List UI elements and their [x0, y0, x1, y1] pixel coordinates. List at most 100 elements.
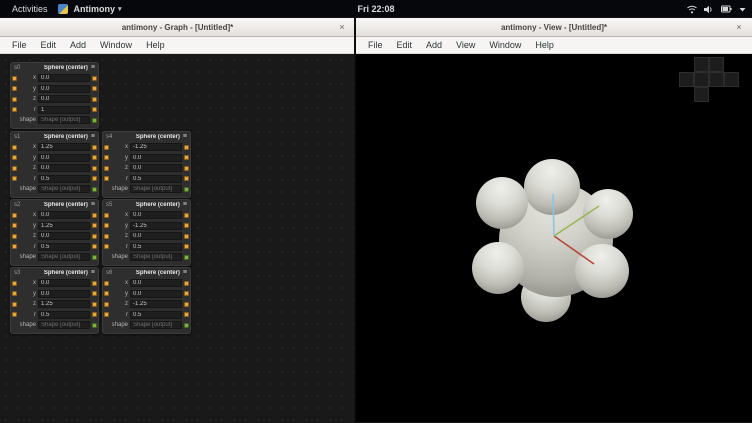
output-port[interactable] [92, 213, 97, 218]
shape-output-port[interactable] [92, 255, 97, 260]
shape-output-port[interactable] [184, 187, 189, 192]
menu-file[interactable]: File [362, 38, 389, 52]
node-s3[interactable]: s3Sphere (center)≡x0.0y0.0z1.25r0.5shape… [10, 267, 99, 334]
input-port[interactable] [104, 244, 109, 249]
input-port[interactable] [12, 145, 17, 150]
menu-add[interactable]: Add [420, 38, 448, 52]
input-port[interactable] [104, 281, 109, 286]
field-value[interactable]: 0.5 [130, 243, 182, 251]
field-value[interactable]: 0.5 [130, 175, 182, 183]
input-port[interactable] [12, 302, 17, 307]
output-port[interactable] [184, 155, 189, 160]
input-port[interactable] [104, 291, 109, 296]
input-port[interactable] [12, 312, 17, 317]
input-port[interactable] [12, 166, 17, 171]
field-value[interactable]: 0.5 [38, 311, 90, 319]
graph-titlebar[interactable]: antimony - Graph - [Untitled]* × [0, 18, 355, 37]
shape-output-port[interactable] [184, 255, 189, 260]
close-button[interactable]: × [336, 21, 348, 33]
node-s1[interactable]: s1Sphere (center)≡x1.25y0.0z0.0r0.5shape… [10, 131, 99, 198]
input-port[interactable] [104, 145, 109, 150]
field-value[interactable]: 1.25 [38, 143, 90, 151]
field-value[interactable]: 0.0 [38, 279, 90, 287]
menu-edit[interactable]: Edit [35, 38, 63, 52]
output-port[interactable] [184, 213, 189, 218]
close-button[interactable]: × [733, 21, 745, 33]
node-menu-icon[interactable]: ≡ [91, 270, 95, 276]
field-value[interactable]: 0.0 [38, 290, 90, 298]
menu-view[interactable]: View [450, 38, 481, 52]
field-value[interactable]: 0.0 [38, 74, 90, 82]
field-value[interactable]: 0.5 [38, 175, 90, 183]
field-value[interactable]: -1.25 [130, 143, 182, 151]
field-value[interactable]: 0.0 [130, 279, 182, 287]
3d-viewport[interactable] [356, 54, 752, 422]
output-port[interactable] [184, 145, 189, 150]
field-value[interactable]: 0.0 [130, 211, 182, 219]
output-port[interactable] [184, 312, 189, 317]
node-s4[interactable]: s4Sphere (center)≡x-1.25y0.0z0.0r0.5shap… [102, 131, 191, 198]
field-value[interactable]: 1 [38, 106, 90, 114]
input-port[interactable] [12, 223, 17, 228]
output-port[interactable] [92, 97, 97, 102]
sphere-lower-left[interactable] [472, 242, 524, 294]
node-menu-icon[interactable]: ≡ [91, 202, 95, 208]
view-nav-widget-tile[interactable] [694, 57, 709, 72]
output-port[interactable] [92, 155, 97, 160]
field-value[interactable]: 0.0 [38, 211, 90, 219]
view-nav-widget-tile[interactable] [679, 72, 694, 87]
node-s6[interactable]: s6Sphere (center)≡x0.0y0.0z-1.25r0.5shap… [102, 267, 191, 334]
output-port[interactable] [184, 166, 189, 171]
field-value[interactable]: 0.0 [130, 164, 182, 172]
node-header[interactable]: s0Sphere (center)≡ [11, 63, 98, 73]
node-menu-icon[interactable]: ≡ [91, 134, 95, 140]
input-port[interactable] [12, 281, 17, 286]
input-port[interactable] [12, 244, 17, 249]
node-s0[interactable]: s0Sphere (center)≡x0.0y0.0z0.0r1shapeSha… [10, 62, 99, 129]
input-port[interactable] [12, 97, 17, 102]
system-status-area[interactable] [687, 0, 746, 18]
field-value[interactable]: 0.0 [130, 154, 182, 162]
input-port[interactable] [104, 223, 109, 228]
input-port[interactable] [12, 176, 17, 181]
field-value[interactable]: 0.0 [130, 290, 182, 298]
output-port[interactable] [92, 312, 97, 317]
field-value[interactable]: -1.25 [130, 300, 182, 308]
field-value[interactable]: 0.0 [38, 164, 90, 172]
output-port[interactable] [184, 281, 189, 286]
output-port[interactable] [92, 223, 97, 228]
output-port[interactable] [92, 176, 97, 181]
node-header[interactable]: s1Sphere (center)≡ [11, 132, 98, 142]
output-port[interactable] [92, 234, 97, 239]
node-menu-icon[interactable]: ≡ [183, 270, 187, 276]
view-nav-widget-tile[interactable] [709, 72, 724, 87]
menu-window[interactable]: Window [94, 38, 138, 52]
input-port[interactable] [12, 76, 17, 81]
menu-add[interactable]: Add [64, 38, 92, 52]
output-port[interactable] [184, 176, 189, 181]
output-port[interactable] [92, 86, 97, 91]
view-titlebar[interactable]: antimony - View - [Untitled]* × [356, 18, 752, 37]
input-port[interactable] [104, 312, 109, 317]
menu-help[interactable]: Help [529, 38, 560, 52]
shape-output-port[interactable] [184, 323, 189, 328]
input-port[interactable] [12, 291, 17, 296]
output-port[interactable] [184, 234, 189, 239]
field-value[interactable]: 0.0 [38, 154, 90, 162]
input-port[interactable] [104, 176, 109, 181]
output-port[interactable] [92, 244, 97, 249]
input-port[interactable] [104, 155, 109, 160]
sphere-lower-right[interactable] [575, 244, 629, 298]
node-header[interactable]: s6Sphere (center)≡ [103, 268, 190, 278]
input-port[interactable] [104, 213, 109, 218]
output-port[interactable] [184, 291, 189, 296]
shape-output-port[interactable] [92, 187, 97, 192]
input-port[interactable] [12, 86, 17, 91]
menu-help[interactable]: Help [140, 38, 171, 52]
field-value[interactable]: 0.0 [38, 85, 90, 93]
field-value[interactable]: 1.25 [38, 300, 90, 308]
input-port[interactable] [12, 234, 17, 239]
node-s5[interactable]: s5Sphere (center)≡x0.0y-1.25z0.0r0.5shap… [102, 199, 191, 266]
node-header[interactable]: s5Sphere (center)≡ [103, 200, 190, 210]
input-port[interactable] [104, 166, 109, 171]
